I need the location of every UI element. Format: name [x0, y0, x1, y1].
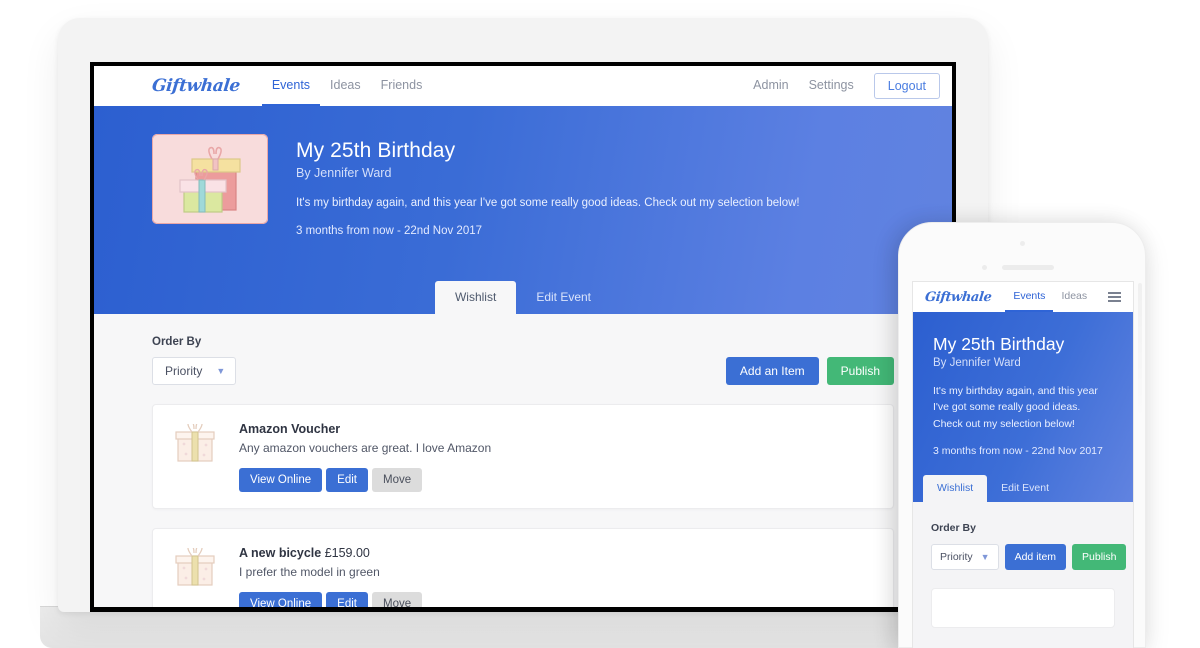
order-by-select[interactable]: Priority ▼	[152, 357, 237, 385]
gift-boxes-illustration	[152, 134, 268, 224]
phone-tab-wishlist[interactable]: Wishlist	[923, 475, 988, 502]
move-button[interactable]: Move	[371, 468, 423, 492]
add-an-item-button[interactable]: Add an Item	[725, 357, 819, 385]
phone-event-title: My 25th Birthday	[933, 334, 1065, 354]
item-name: Amazon Voucher	[239, 422, 341, 436]
laptop-screen-bezel: Giftwhale Events Ideas Friends Admin Set…	[90, 62, 956, 612]
move-button[interactable]: Move	[371, 592, 423, 607]
phone-navbar: Giftwhale Events Ideas	[913, 282, 1133, 312]
phone-viewport: Giftwhale Events Ideas My 25th Birthday …	[912, 281, 1134, 648]
wishlist-item-card[interactable]: Amazon Voucher Any amazon vouchers are g…	[152, 404, 894, 509]
screenshot-stage: Giftwhale Events Ideas Friends Admin Set…	[0, 0, 1200, 648]
event-hero-text: My 25th Birthday By Jennifer Ward It's m…	[296, 134, 800, 237]
phone-add-item-button[interactable]: Add item	[1004, 544, 1067, 570]
giftwhale-logo[interactable]: Giftwhale	[924, 290, 992, 305]
phone-publish-button[interactable]: Publish	[1072, 544, 1127, 570]
laptop-mockup: Giftwhale Events Ideas Friends Admin Set…	[58, 18, 988, 612]
phone-description-line: Check out my selection below!	[933, 417, 1075, 430]
wishlist-item-title: Amazon Voucher	[239, 422, 491, 436]
gift-box-icon	[175, 545, 215, 586]
wishlist-toolbar: Order By Priority ▼ Add an Item Publish	[152, 336, 894, 385]
edit-button[interactable]: Edit	[326, 592, 368, 607]
event-thumbnail	[152, 134, 268, 224]
phone-order-by-label: Order By	[931, 522, 976, 534]
phone-mockup: Giftwhale Events Ideas My 25th Birthday …	[898, 222, 1146, 648]
chevron-down-icon: ▼	[980, 552, 990, 562]
wishlist-body: Order By Priority ▼ Add an Item Publish	[94, 314, 952, 607]
view-online-button[interactable]: View Online	[239, 592, 323, 607]
nav-item-events[interactable]: Events	[261, 66, 321, 106]
desktop-nav-right: Admin Settings Logout	[743, 66, 940, 106]
wishlist-item-icon-wrap	[173, 421, 217, 492]
phone-event-description: It's my birthday again, and this year I'…	[933, 383, 1113, 432]
wishlist-item-description: Any amazon vouchers are great. I love Am…	[239, 441, 492, 455]
event-title: My 25th Birthday	[296, 139, 456, 162]
phone-edge-highlight	[1138, 283, 1142, 413]
toolbar-buttons: Add an Item Publish	[725, 357, 894, 385]
wishlist-item-actions: View Online Edit Move	[239, 468, 491, 492]
event-date: 3 months from now - 22nd Nov 2017	[296, 225, 483, 238]
nav-item-settings[interactable]: Settings	[799, 66, 864, 106]
phone-nav-item-ideas[interactable]: Ideas	[1053, 282, 1095, 312]
phone-description-line: I've got some really good ideas.	[933, 401, 1081, 414]
gift-box-icon	[175, 421, 215, 462]
order-by-label: Order By	[152, 336, 202, 348]
order-by-group: Order By Priority ▼	[152, 336, 237, 385]
phone-toolbar: Priority ▼ Add item Publish	[931, 544, 1127, 570]
event-hero: My 25th Birthday By Jennifer Ward It's m…	[94, 106, 952, 314]
wishlist-item-body: Amazon Voucher Any amazon vouchers are g…	[239, 422, 491, 492]
phone-speaker	[1002, 265, 1054, 270]
view-online-button[interactable]: View Online	[239, 468, 323, 492]
publish-button[interactable]: Publish	[826, 357, 894, 385]
event-description: It's my birthday again, and this year I'…	[296, 197, 800, 210]
phone-description-line: It's my birthday again, and this year	[933, 385, 1098, 397]
desktop-navbar: Giftwhale Events Ideas Friends Admin Set…	[94, 66, 952, 106]
phone-wishlist-body: Order By Priority ▼ Add item Publish	[913, 502, 1133, 628]
phone-order-by-select[interactable]: Priority ▼	[931, 544, 999, 570]
order-by-value: Priority	[165, 364, 203, 378]
item-name: A new bicycle	[239, 546, 322, 560]
nav-item-ideas[interactable]: Ideas	[320, 66, 371, 106]
phone-wishlist-item-card[interactable]	[931, 588, 1115, 628]
phone-sensor	[982, 265, 987, 270]
phone-event-tabs: Wishlist Edit Event	[913, 475, 1063, 502]
chevron-down-icon: ▼	[216, 366, 226, 376]
giftwhale-logo[interactable]: Giftwhale	[151, 76, 241, 96]
tab-edit-event[interactable]: Edit Event	[516, 281, 611, 314]
nav-item-friends[interactable]: Friends	[371, 66, 433, 106]
event-tabs: Wishlist Edit Event	[94, 281, 952, 314]
phone-order-by-value: Priority	[940, 551, 973, 563]
event-hero-inner: My 25th Birthday By Jennifer Ward It's m…	[94, 134, 952, 237]
phone-camera	[1020, 241, 1025, 246]
wishlist-item-icon-wrap	[173, 545, 217, 607]
wishlist-item-title: A new bicycle £159.00	[239, 546, 422, 560]
wishlist-item-actions: View Online Edit Move	[239, 592, 423, 607]
logout-button[interactable]: Logout	[873, 73, 940, 99]
nav-item-admin[interactable]: Admin	[743, 66, 798, 106]
hamburger-menu-icon[interactable]	[1106, 288, 1123, 306]
phone-event-date: 3 months from now - 22nd Nov 2017	[933, 444, 1103, 457]
event-byline: By Jennifer Ward	[296, 166, 392, 181]
desktop-viewport: Giftwhale Events Ideas Friends Admin Set…	[94, 66, 952, 607]
phone-event-byline: By Jennifer Ward	[933, 357, 1021, 369]
tab-wishlist[interactable]: Wishlist	[434, 281, 517, 314]
item-price: £159.00	[324, 546, 370, 560]
edit-button[interactable]: Edit	[326, 468, 368, 492]
wishlist-item-description: I prefer the model in green	[239, 565, 380, 579]
phone-tab-edit-event[interactable]: Edit Event	[987, 475, 1063, 502]
phone-event-hero: My 25th Birthday By Jennifer Ward It's m…	[913, 312, 1133, 502]
wishlist-item-card[interactable]: A new bicycle £159.00 I prefer the model…	[152, 528, 894, 607]
wishlist-item-body: A new bicycle £159.00 I prefer the model…	[239, 546, 423, 607]
phone-nav-item-events[interactable]: Events	[1005, 282, 1054, 312]
desktop-nav-left: Giftwhale Events Ideas Friends	[151, 66, 433, 106]
